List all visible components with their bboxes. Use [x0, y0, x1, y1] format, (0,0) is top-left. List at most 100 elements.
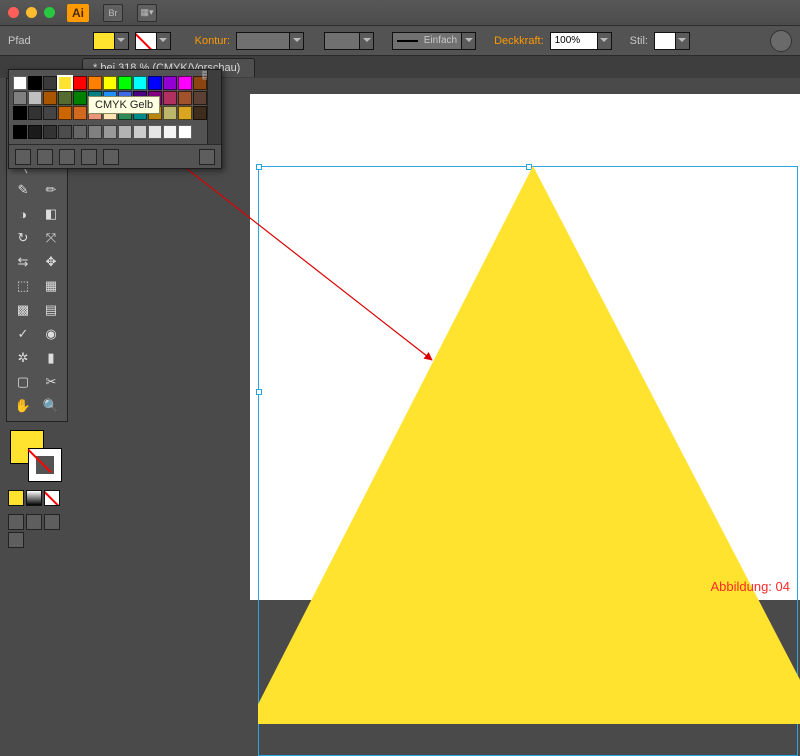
change-screen-button[interactable]: [8, 532, 24, 548]
chevron-down-icon[interactable]: [157, 32, 171, 50]
chevron-down-icon[interactable]: [115, 32, 129, 50]
color-mode-gradient[interactable]: [26, 490, 42, 506]
stroke-indicator[interactable]: [28, 448, 62, 482]
swatch[interactable]: [163, 125, 177, 139]
zoom-window-button[interactable]: [44, 7, 55, 18]
swatch[interactable]: [28, 106, 42, 120]
style-swatch[interactable]: [654, 32, 676, 50]
swatch[interactable]: [28, 91, 42, 105]
artboard[interactable]: Abbildung: 04: [250, 94, 800, 600]
symbol-sprayer-tool[interactable]: ✲: [10, 347, 36, 369]
swatch[interactable]: [28, 125, 42, 139]
minimize-window-button[interactable]: [26, 7, 37, 18]
column-graph-tool[interactable]: ▮: [38, 347, 64, 369]
arrange-documents-button[interactable]: ▦▾: [137, 4, 157, 22]
panel-toggle-button[interactable]: [770, 30, 792, 52]
screen-mode-button[interactable]: [8, 514, 24, 530]
chevron-down-icon[interactable]: [290, 32, 304, 50]
delete-swatch-button[interactable]: [199, 149, 215, 165]
swatch[interactable]: [43, 106, 57, 120]
artboard-tool[interactable]: ▢: [10, 371, 36, 393]
swatch[interactable]: [103, 76, 117, 90]
mesh-tool[interactable]: ▩: [10, 299, 36, 321]
swatch[interactable]: [13, 76, 27, 90]
swatch[interactable]: [193, 91, 207, 105]
slice-tool[interactable]: ✂: [38, 371, 64, 393]
stroke-label[interactable]: Kontur:: [195, 35, 230, 47]
screen-mode-button[interactable]: [26, 514, 42, 530]
fill-swatch[interactable]: [93, 32, 115, 50]
pencil-tool[interactable]: ✏: [38, 179, 64, 201]
swatch[interactable]: [148, 125, 162, 139]
swatch[interactable]: [118, 125, 132, 139]
scale-tool[interactable]: ⤧: [38, 227, 64, 249]
swatch[interactable]: [163, 106, 177, 120]
free-transform-tool[interactable]: ✥: [38, 251, 64, 273]
swatch[interactable]: [88, 125, 102, 139]
swatch[interactable]: [133, 76, 147, 90]
zoom-tool[interactable]: 🔍: [38, 395, 64, 417]
stroke-style-dropdown[interactable]: Einfach: [392, 32, 476, 50]
swatch[interactable]: [148, 76, 162, 90]
swatch[interactable]: [133, 125, 147, 139]
rotate-tool[interactable]: ↻: [10, 227, 36, 249]
stroke-width-dropdown[interactable]: [324, 32, 374, 50]
screen-mode-button[interactable]: [44, 514, 60, 530]
swatch[interactable]: [103, 125, 117, 139]
swatch[interactable]: [58, 91, 72, 105]
swatch[interactable]: [163, 76, 177, 90]
bridge-button[interactable]: Br: [103, 4, 123, 22]
swatch[interactable]: [178, 106, 192, 120]
opacity-dropdown[interactable]: 100%: [550, 32, 612, 50]
fill-swatch-dropdown[interactable]: [93, 32, 129, 50]
fill-stroke-indicator[interactable]: [10, 430, 64, 480]
swatch[interactable]: [13, 91, 27, 105]
close-window-button[interactable]: [8, 7, 19, 18]
swatch[interactable]: [43, 76, 57, 90]
hand-tool[interactable]: ✋: [10, 395, 36, 417]
swatch[interactable]: [73, 91, 87, 105]
color-mode-none[interactable]: [44, 490, 60, 506]
gradient-tool[interactable]: ▤: [38, 299, 64, 321]
swatch[interactable]: [163, 91, 177, 105]
new-color-group-button[interactable]: [81, 149, 97, 165]
show-swatch-kinds-menu[interactable]: [37, 149, 53, 165]
swatch[interactable]: [58, 76, 72, 90]
swatch[interactable]: [73, 76, 87, 90]
perspective-grid-tool[interactable]: ▦: [38, 275, 64, 297]
opacity-value[interactable]: 100%: [550, 32, 598, 50]
chevron-down-icon[interactable]: [360, 32, 374, 50]
swatch[interactable]: [43, 91, 57, 105]
swatch[interactable]: [13, 125, 27, 139]
chevron-down-icon[interactable]: [598, 32, 612, 50]
swatch-libraries-menu[interactable]: [15, 149, 31, 165]
swatch[interactable]: [178, 91, 192, 105]
swatch[interactable]: [88, 76, 102, 90]
opacity-label[interactable]: Deckkraft:: [494, 35, 544, 47]
swatch[interactable]: [118, 76, 132, 90]
eyedropper-tool[interactable]: ✓: [10, 323, 36, 345]
chevron-down-icon[interactable]: [462, 32, 476, 50]
shape-builder-tool[interactable]: ⬚: [10, 275, 36, 297]
stroke-weight-dropdown[interactable]: [236, 32, 304, 50]
color-mode-solid[interactable]: [8, 490, 24, 506]
swatch[interactable]: [193, 106, 207, 120]
stroke-swatch-none[interactable]: [135, 32, 157, 50]
width-tool[interactable]: ⇆: [10, 251, 36, 273]
swatch-options-button[interactable]: [59, 149, 75, 165]
chevron-down-icon[interactable]: [676, 32, 690, 50]
swatch[interactable]: [73, 125, 87, 139]
panel-scrollbar[interactable]: [207, 70, 221, 144]
swatch[interactable]: [58, 106, 72, 120]
new-swatch-button[interactable]: [103, 149, 119, 165]
swatch[interactable]: [178, 125, 192, 139]
graphic-style-dropdown[interactable]: [654, 32, 690, 50]
triangle-shape[interactable]: [258, 164, 800, 724]
blob-brush-tool[interactable]: ◑: [10, 203, 36, 225]
stroke-swatch-dropdown[interactable]: [135, 32, 171, 50]
blend-tool[interactable]: ◉: [38, 323, 64, 345]
swatch[interactable]: [178, 76, 192, 90]
eraser-tool[interactable]: ◧: [38, 203, 64, 225]
swatch[interactable]: [43, 125, 57, 139]
swatch[interactable]: [13, 106, 27, 120]
